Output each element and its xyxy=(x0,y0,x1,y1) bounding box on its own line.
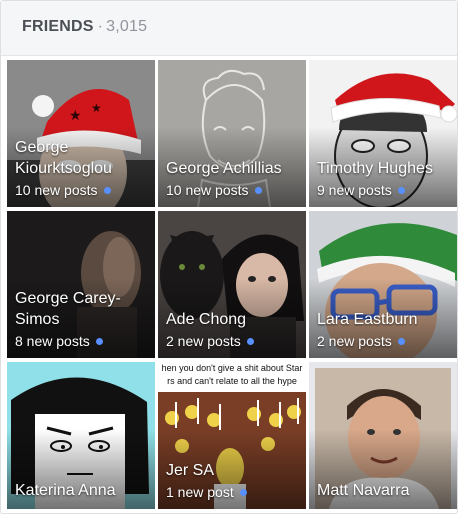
friends-count: 3,015 xyxy=(106,18,148,35)
friend-name[interactable]: Timothy Hughes xyxy=(317,158,451,179)
photo-caption: hen you don't give a shit about Star rs … xyxy=(161,363,303,386)
friend-name[interactable]: Katerina Anna xyxy=(15,480,149,501)
new-posts-count: 9 new posts xyxy=(317,181,405,199)
friend-tile-timothy-hughes[interactable]: Timothy Hughes 9 new posts xyxy=(309,60,457,207)
friend-name[interactable]: Jer SA xyxy=(166,460,300,481)
new-posts-dot-icon xyxy=(95,337,103,345)
friend-tile-ade-chong[interactable]: Ade Chong 2 new posts xyxy=(158,211,306,358)
friend-tile-matt-navarra[interactable]: Matt Navarra xyxy=(309,362,457,509)
new-posts-dot-icon xyxy=(103,186,111,194)
friend-name[interactable]: George Carey-Simos xyxy=(15,288,149,330)
new-posts-count: 10 new posts xyxy=(166,181,262,199)
header-separator: · xyxy=(97,18,104,35)
new-posts-dot-icon xyxy=(397,186,405,194)
friend-name[interactable]: George Kiourktsoglou xyxy=(15,137,149,179)
new-posts-dot-icon xyxy=(239,488,247,496)
friend-tile-george-achillias[interactable]: George Achillias 10 new posts xyxy=(158,60,306,207)
new-posts-count: 1 new post xyxy=(166,483,247,501)
new-posts-dot-icon xyxy=(254,186,262,194)
friends-card: FRIENDS · 3,015 ★ ★ George Kiourktsoglou 1… xyxy=(0,0,458,514)
friend-name[interactable]: George Achillias xyxy=(166,158,300,179)
svg-text:★: ★ xyxy=(91,101,102,115)
new-posts-count: 2 new posts xyxy=(317,332,405,350)
friend-tile-george-carey-simos[interactable]: George Carey-Simos 8 new posts xyxy=(7,211,155,358)
friends-header: FRIENDS · 3,015 xyxy=(1,1,457,56)
friend-name[interactable]: Lara Eastburn xyxy=(317,309,451,330)
friends-title[interactable]: FRIENDS xyxy=(22,18,94,35)
new-posts-dot-icon xyxy=(397,337,405,345)
new-posts-count: 2 new posts xyxy=(166,332,254,350)
friend-tile-george-kiourktsoglou[interactable]: ★ ★ George Kiourktsoglou 10 new posts xyxy=(7,60,155,207)
friends-title-row: FRIENDS · 3,015 xyxy=(22,18,147,36)
friend-tile-jer-sa[interactable]: hen you don't give a shit about Star rs … xyxy=(158,362,306,509)
friend-name[interactable]: Ade Chong xyxy=(166,309,300,330)
new-posts-count: 10 new posts xyxy=(15,181,111,199)
friend-name[interactable]: Matt Navarra xyxy=(317,480,451,501)
friend-tile-katerina-anna[interactable]: Katerina Anna xyxy=(7,362,155,509)
new-posts-dot-icon xyxy=(246,337,254,345)
new-posts-count: 8 new posts xyxy=(15,332,103,350)
svg-text:★: ★ xyxy=(69,107,82,123)
friend-tile-lara-eastburn[interactable]: Lara Eastburn 2 new posts xyxy=(309,211,457,358)
